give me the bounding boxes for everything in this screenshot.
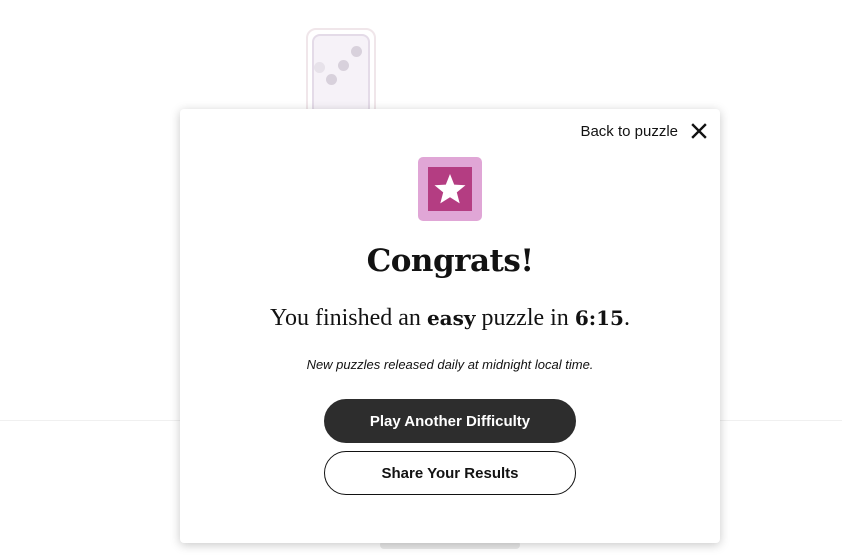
achievement-badge: [418, 157, 482, 221]
play-another-difficulty-button[interactable]: Play Another Difficulty: [324, 399, 576, 443]
domino-pip: [326, 74, 337, 85]
result-middle: puzzle in: [475, 305, 575, 331]
domino-face: [312, 34, 370, 116]
completion-modal: Back to puzzle Congrats! You finished an…: [180, 109, 720, 543]
domino-pip: [338, 60, 349, 71]
release-note: New puzzles released daily at midnight l…: [306, 357, 594, 372]
page: Back to puzzle Congrats! You finished an…: [0, 0, 842, 560]
result-suffix: .: [623, 305, 630, 331]
result-message: You finished an easy puzzle in 6:15.: [180, 305, 720, 332]
share-results-button[interactable]: Share Your Results: [324, 451, 576, 495]
domino-pip: [351, 46, 362, 57]
domino-pip: [314, 62, 325, 73]
star-icon: [434, 174, 466, 204]
congrats-title: Congrats!: [366, 243, 534, 279]
back-to-puzzle-button[interactable]: Back to puzzle: [580, 122, 708, 140]
result-time: 6:15: [574, 306, 624, 330]
domino-tile: [306, 28, 376, 118]
badge-inner: [428, 167, 472, 211]
back-to-puzzle-label: Back to puzzle: [580, 122, 678, 140]
result-prefix: You finished an: [270, 305, 427, 331]
result-difficulty: easy: [426, 306, 476, 330]
close-icon[interactable]: [690, 122, 708, 140]
